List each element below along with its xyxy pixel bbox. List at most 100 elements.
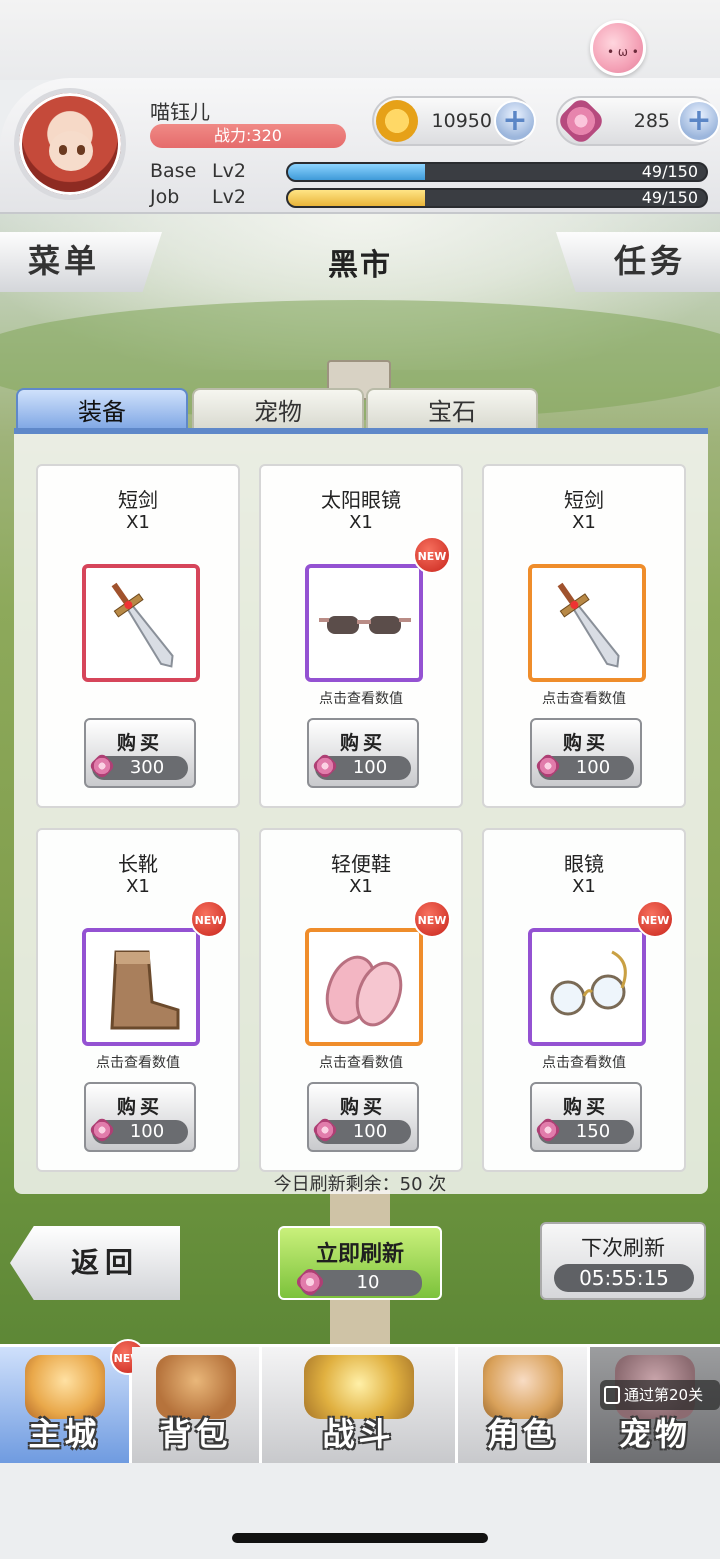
gem-icon [311,752,339,780]
item-price: 100 [88,1116,188,1144]
job-label: Job [150,186,180,208]
refresh-remaining: 今日刷新剩余：50 次 [273,1174,447,1195]
long-boots-icon [86,950,196,1046]
item-name: 长靴 [118,852,158,876]
new-badge: NEW [413,536,451,574]
item-name: 太阳眼镜 [321,488,401,512]
buy-button[interactable]: 购买 100 [84,1082,196,1152]
item-image[interactable] [528,564,646,682]
item-quantity: X1 [572,876,596,897]
player-avatar[interactable] [14,88,126,200]
base-level: Lv2 [212,160,246,182]
item-price: 300 [88,752,188,780]
item-image[interactable] [305,928,423,1046]
item-name: 短剑 [564,488,604,512]
buy-label: 购买 [562,1096,609,1118]
buy-label: 购买 [116,732,163,754]
home-indicator [232,1533,488,1543]
view-stats-hint[interactable]: 点击查看数值 [261,1052,461,1072]
buy-button[interactable]: 购买 150 [530,1082,642,1152]
buy-label: 购买 [562,732,609,754]
item-card: 太阳眼镜 X1 NEW 点击查看数值 购买 100 [259,464,463,808]
coin-value: 10950 [431,110,492,132]
buy-button[interactable]: 购买 100 [530,718,642,788]
gem-icon [555,95,607,147]
tab-gems[interactable]: 宝石 [366,388,538,432]
base-xp-fill [288,164,425,180]
refresh-now-button[interactable]: 立即刷新 10 [278,1226,442,1300]
item-image[interactable] [305,564,423,682]
tab-pets[interactable]: 宠物 [192,388,364,432]
job-xp-text: 49/150 [641,188,698,207]
refresh-timer: 05:55:15 [554,1264,694,1292]
menu-button[interactable]: 菜单 [0,232,162,292]
add-gems-button[interactable]: + [678,100,720,142]
power-badge: 战力:320 [150,124,346,148]
nav-main-city[interactable]: 主城 NEW [0,1339,146,1463]
player-name: 喵钰儿 [150,100,210,124]
next-refresh-label: 下次刷新 [581,1236,665,1260]
gem-value: 285 [633,110,670,132]
item-image[interactable] [82,928,200,1046]
item-card: 轻便鞋 X1 NEW 点击查看数值 购买 100 [259,828,463,1172]
coin-icon [376,100,418,142]
gem-icon [534,752,562,780]
buy-label: 购买 [339,1096,386,1118]
job-xp-bar: 49/150 [286,188,708,208]
item-name: 短剑 [118,488,158,512]
item-card: 眼镜 X1 NEW 点击查看数值 购买 150 [482,828,686,1172]
back-button[interactable]: 返回 [10,1226,180,1300]
item-image[interactable] [528,928,646,1046]
item-price: 150 [534,1116,634,1144]
nav-battle[interactable]: 战斗 [262,1347,458,1463]
item-card: 短剑 X1 购买 300 [36,464,240,808]
item-price: 100 [311,752,411,780]
new-badge: NEW [636,900,674,938]
gem-icon [88,1116,116,1144]
nav-character[interactable]: 角色 [458,1347,590,1463]
view-stats-hint[interactable]: 点击查看数值 [261,688,461,708]
next-refresh-panel: 下次刷新 05:55:15 [540,1222,706,1300]
gem-icon [534,1116,562,1144]
buy-label: 购买 [339,732,386,754]
view-stats-hint[interactable]: 点击查看数值 [38,1052,238,1072]
item-quantity: X1 [572,512,596,533]
base-xp-bar: 49/150 [286,162,708,182]
gem-icon [88,752,116,780]
item-quantity: X1 [126,876,150,897]
item-name: 轻便鞋 [331,852,391,876]
glasses-icon [532,950,642,1046]
buy-button[interactable]: 购买 100 [307,1082,419,1152]
refresh-now-label: 立即刷新 [315,1242,404,1267]
buy-label: 购买 [116,1096,163,1118]
item-name: 眼镜 [564,852,604,876]
page-title: 黑市 [328,248,392,283]
coin-counter: 10950 + [372,96,536,146]
item-card: 长靴 X1 NEW 点击查看数值 购买 100 [36,828,240,1172]
light-shoes-icon [309,955,419,1046]
gem-icon [311,1116,339,1144]
job-level: Lv2 [212,186,246,208]
floating-pet-icon[interactable]: • ω • [590,20,646,76]
item-image[interactable] [82,564,200,682]
base-label: Base [150,160,197,182]
item-quantity: X1 [126,512,150,533]
view-stats-hint[interactable]: 点击查看数值 [484,1052,684,1072]
item-price: 100 [534,752,634,780]
short-sword-icon [532,582,642,682]
add-coins-button[interactable]: + [494,100,536,142]
short-sword-icon [86,582,196,682]
view-stats-hint[interactable]: 点击查看数值 [484,688,684,708]
buy-button[interactable]: 购买 100 [307,718,419,788]
item-price: 100 [311,1116,411,1144]
gem-counter: 285 + [555,95,720,147]
quest-button[interactable]: 任务 [556,232,720,292]
new-badge: NEW [413,900,451,938]
refresh-price: 10 [294,1266,422,1298]
sunglasses-icon [309,616,419,682]
buy-button[interactable]: 购买 300 [84,718,196,788]
tab-equipment[interactable]: 装备 [16,388,188,432]
base-xp-text: 49/150 [641,162,698,181]
nav-backpack[interactable]: 背包 [132,1347,262,1463]
job-xp-fill [288,190,425,206]
